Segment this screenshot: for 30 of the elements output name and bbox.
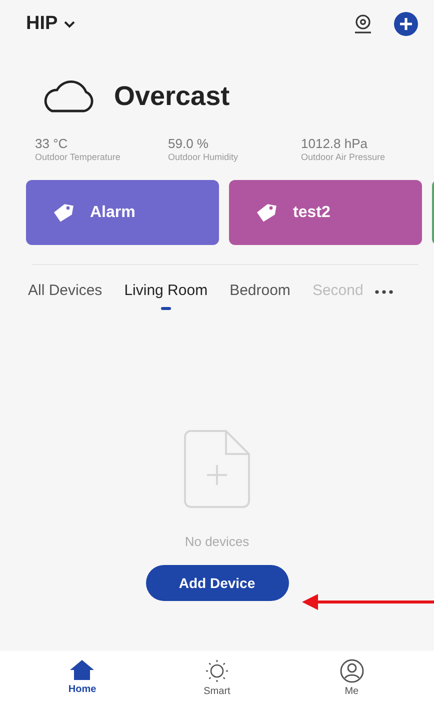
add-device-button[interactable]: Add Device: [146, 565, 288, 601]
weather-condition: Overcast: [114, 80, 230, 112]
profile-icon: [340, 659, 364, 683]
more-icon[interactable]: [375, 290, 394, 294]
home-selector[interactable]: HIP: [26, 13, 75, 35]
scene-card[interactable]: Alarm: [26, 180, 219, 245]
stat-label: Outdoor Temperature: [35, 152, 122, 162]
room-tab[interactable]: Bedroom: [230, 282, 290, 310]
tag-icon: [52, 202, 74, 222]
nav-tab[interactable]: Home: [42, 658, 122, 707]
room-tab[interactable]: Living Room: [124, 282, 208, 310]
empty-document-icon: [184, 430, 250, 508]
empty-message: No devices: [184, 534, 250, 549]
camera-icon[interactable]: [354, 14, 372, 34]
stat-value: 59.0 %: [168, 136, 210, 151]
room-tab[interactable]: All Devices: [28, 282, 102, 310]
stat-label: Outdoor Air Pressure: [301, 152, 386, 162]
sun-icon: [204, 659, 229, 683]
stat-value: 1012.8 hPa: [301, 136, 369, 151]
add-icon[interactable]: [394, 12, 418, 36]
tag-icon: [255, 202, 277, 222]
stat-value: 33 °C: [35, 136, 69, 151]
scene-name: test2: [293, 204, 330, 222]
home-icon: [69, 659, 96, 681]
nav-tab[interactable]: Smart: [176, 658, 257, 707]
stat-label: Outdoor Humidity: [168, 152, 240, 162]
nav-tab[interactable]: Me: [312, 658, 392, 707]
chevron-icon: [64, 20, 75, 28]
scene-name: Alarm: [90, 204, 136, 222]
scene-card[interactable]: test2: [229, 180, 422, 245]
